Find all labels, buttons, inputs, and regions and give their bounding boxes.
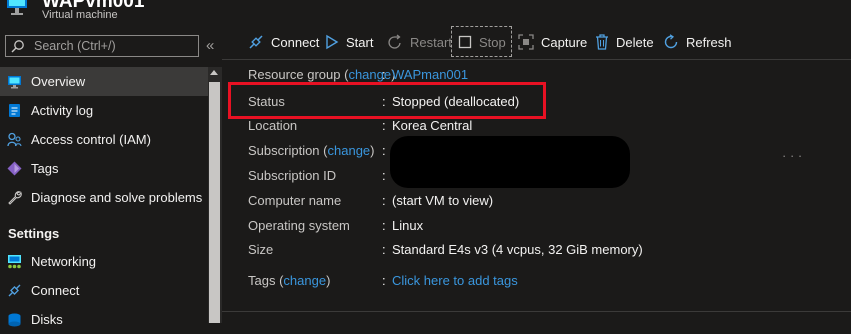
subscription-id-label: Subscription ID [248, 168, 337, 183]
disks-icon [7, 312, 22, 327]
connect-icon [249, 35, 263, 49]
computer-name-label: Computer name [248, 193, 342, 208]
search-input[interactable]: Search (Ctrl+/) [5, 35, 199, 57]
separator: : [382, 168, 386, 183]
separator: : [382, 273, 386, 288]
search-placeholder: Search (Ctrl+/) [34, 39, 116, 53]
overview-icon [7, 74, 22, 89]
status-label: Status [248, 94, 285, 109]
activity-log-icon [7, 103, 22, 118]
scroll-up-arrow-icon[interactable] [210, 70, 218, 75]
sidebar-item-tags[interactable]: Tags [0, 154, 208, 183]
vm-subtitle: Virtual machine [42, 9, 118, 21]
stop-button[interactable]: Stop [458, 33, 506, 51]
start-button[interactable]: Start [325, 33, 373, 51]
restart-icon [388, 34, 401, 49]
operating-system-label: Operating system [248, 218, 350, 233]
location-label: Location [248, 118, 298, 133]
sidebar-item-label: Diagnose and solve problems [31, 190, 203, 205]
operating-system-value: Linux [392, 218, 424, 233]
blade-header: WAPvm001 Virtual machine [0, 0, 851, 27]
networking-icon [7, 254, 22, 269]
sidebar-item-label: Tags [31, 161, 59, 176]
delete-label: Delete [616, 34, 654, 50]
virtual-machine-icon [6, 0, 28, 18]
collapse-sidebar-button[interactable]: « [206, 37, 214, 54]
connect-label: Connect [271, 34, 320, 50]
redacted-area [390, 136, 630, 188]
tags-label: Tags (change) [248, 273, 331, 288]
refresh-label: Refresh [686, 34, 732, 50]
separator: : [382, 242, 386, 257]
sidebar-item-label: Access control (IAM) [31, 132, 151, 147]
location-value: Korea Central [392, 118, 473, 133]
start-label: Start [346, 34, 374, 50]
restart-button[interactable]: Restart [387, 33, 452, 51]
separator: : [382, 94, 386, 109]
tags-change-link[interactable]: change [283, 273, 326, 288]
subscription-change-link[interactable]: change [328, 143, 371, 158]
sidebar-item-label: Disks [31, 312, 63, 327]
stop-label: Stop [479, 34, 506, 50]
resource-group-link[interactable]: WAPman001 [392, 67, 468, 82]
connect-icon [7, 283, 22, 298]
size-value: Standard E4s v3 (4 vcpus, 32 GiB memory) [392, 242, 643, 257]
sidebar-item-overview[interactable]: Overview [0, 67, 208, 96]
toolbar-divider [222, 59, 851, 60]
connect-button[interactable]: Connect [248, 33, 319, 51]
sidebar-item-diagnose[interactable]: Diagnose and solve problems [0, 183, 208, 212]
stop-icon [458, 35, 472, 49]
capture-icon [518, 34, 534, 50]
search-icon [11, 39, 25, 53]
sidebar-item-activity-log[interactable]: Activity log [0, 96, 208, 125]
delete-button[interactable]: Delete [595, 33, 654, 51]
sidebar-item-label: Networking [31, 254, 97, 269]
status-value: Stopped (deallocated) [392, 94, 520, 109]
refresh-icon [664, 34, 678, 49]
wrench-icon [7, 190, 22, 205]
subscription-label: Subscription (change) [248, 143, 375, 158]
capture-button[interactable]: Capture [518, 33, 587, 51]
essentials-divider [222, 311, 851, 312]
trash-icon [596, 34, 608, 50]
separator: : [382, 193, 386, 208]
separator: : [382, 67, 386, 82]
sidebar-item-label: Connect [31, 283, 80, 298]
separator: : [382, 118, 386, 133]
more-indicator: · · · [782, 148, 803, 163]
size-label: Size [248, 242, 274, 257]
add-tags-link[interactable]: Click here to add tags [392, 273, 518, 288]
play-icon [326, 34, 339, 50]
access-control-icon [7, 132, 22, 147]
resource-group-label: Resource group (change) [248, 67, 396, 82]
restart-label: Restart [410, 34, 452, 50]
sidebar-item-networking[interactable]: Networking [0, 247, 208, 276]
sidebar-item-access-control[interactable]: Access control (IAM) [0, 125, 208, 154]
separator: : [382, 143, 386, 158]
refresh-button[interactable]: Refresh [663, 33, 732, 51]
sidebar-item-connect[interactable]: Connect [0, 276, 208, 305]
sidebar-item-label: Activity log [31, 103, 94, 118]
computer-name-value: (start VM to view) [392, 193, 494, 208]
sidebar-item-label: Overview [31, 74, 86, 89]
separator: : [382, 218, 386, 233]
settings-heading: Settings [8, 226, 60, 241]
sidebar-item-disks[interactable]: Disks [0, 305, 208, 334]
sidebar-scroll-thumb[interactable] [209, 82, 220, 323]
tag-icon [7, 161, 22, 176]
capture-label: Capture [541, 34, 588, 50]
